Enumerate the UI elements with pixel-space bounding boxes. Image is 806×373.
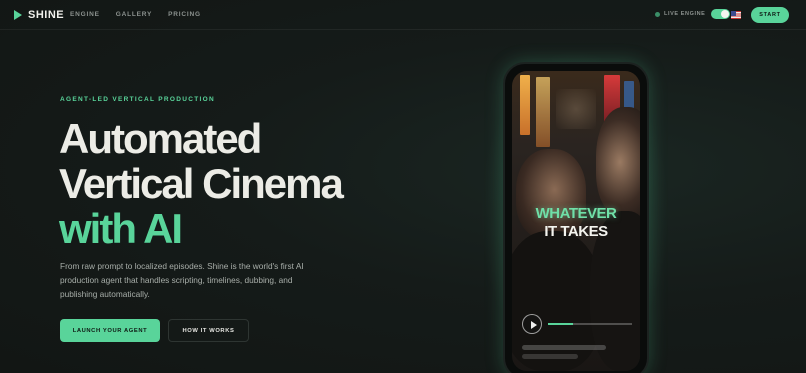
launch-agent-button[interactable]: LAUNCH YOUR AGENT	[60, 319, 160, 342]
status-dot-icon	[655, 11, 660, 17]
live-engine-label: LIVE ENGINE	[664, 11, 706, 17]
neon-sign	[536, 77, 550, 147]
play-icon[interactable]	[522, 314, 542, 334]
placeholder-bar	[522, 345, 606, 350]
nav-links: ENGINE GALLERY PRICING	[70, 11, 201, 18]
play-logo-icon	[14, 10, 22, 20]
top-nav: SHINE ENGINE GALLERY PRICING LIVE ENGINE…	[0, 0, 806, 30]
nav-link-engine[interactable]: ENGINE	[70, 11, 100, 18]
phone-mockup: WHATEVER IT TAKES	[503, 62, 649, 373]
video-progress-bar[interactable]	[548, 323, 632, 325]
brand-logo[interactable]: SHINE	[14, 9, 64, 21]
hero-description: From raw prompt to localized episodes. S…	[60, 261, 304, 299]
placeholder-bar	[522, 354, 578, 359]
us-flag-icon[interactable]	[731, 11, 741, 19]
how-it-works-button[interactable]: HOW IT WORKS	[168, 319, 249, 342]
neon-sign	[520, 75, 530, 135]
person-left-body	[512, 231, 602, 371]
toggle-knob	[721, 10, 730, 18]
hero-headline: Automated Vertical Cinema with AI	[59, 116, 439, 251]
live-engine-toggle[interactable]	[711, 9, 731, 19]
brand-name: SHINE	[28, 9, 65, 21]
caption-line-1: WHATEVER	[535, 205, 617, 222]
nav-link-pricing[interactable]: PRICING	[168, 11, 201, 18]
headline-line-1: Automated	[59, 115, 262, 162]
hero-eyebrow: AGENT-LED VERTICAL PRODUCTION	[60, 96, 215, 103]
caption-line-2: IT TAKES	[544, 223, 608, 240]
progress-fill	[548, 323, 574, 325]
nav-link-gallery[interactable]: GALLERY	[116, 11, 152, 18]
person-right	[596, 107, 640, 217]
neon-sign	[556, 89, 596, 129]
live-engine-indicator: LIVE ENGINE	[655, 9, 731, 19]
video-preview[interactable]: WHATEVER IT TAKES	[512, 71, 640, 371]
headline-line-2: Vertical Cinema	[59, 160, 344, 207]
headline-line-3: with AI	[59, 205, 183, 252]
start-button[interactable]: START	[751, 7, 789, 23]
